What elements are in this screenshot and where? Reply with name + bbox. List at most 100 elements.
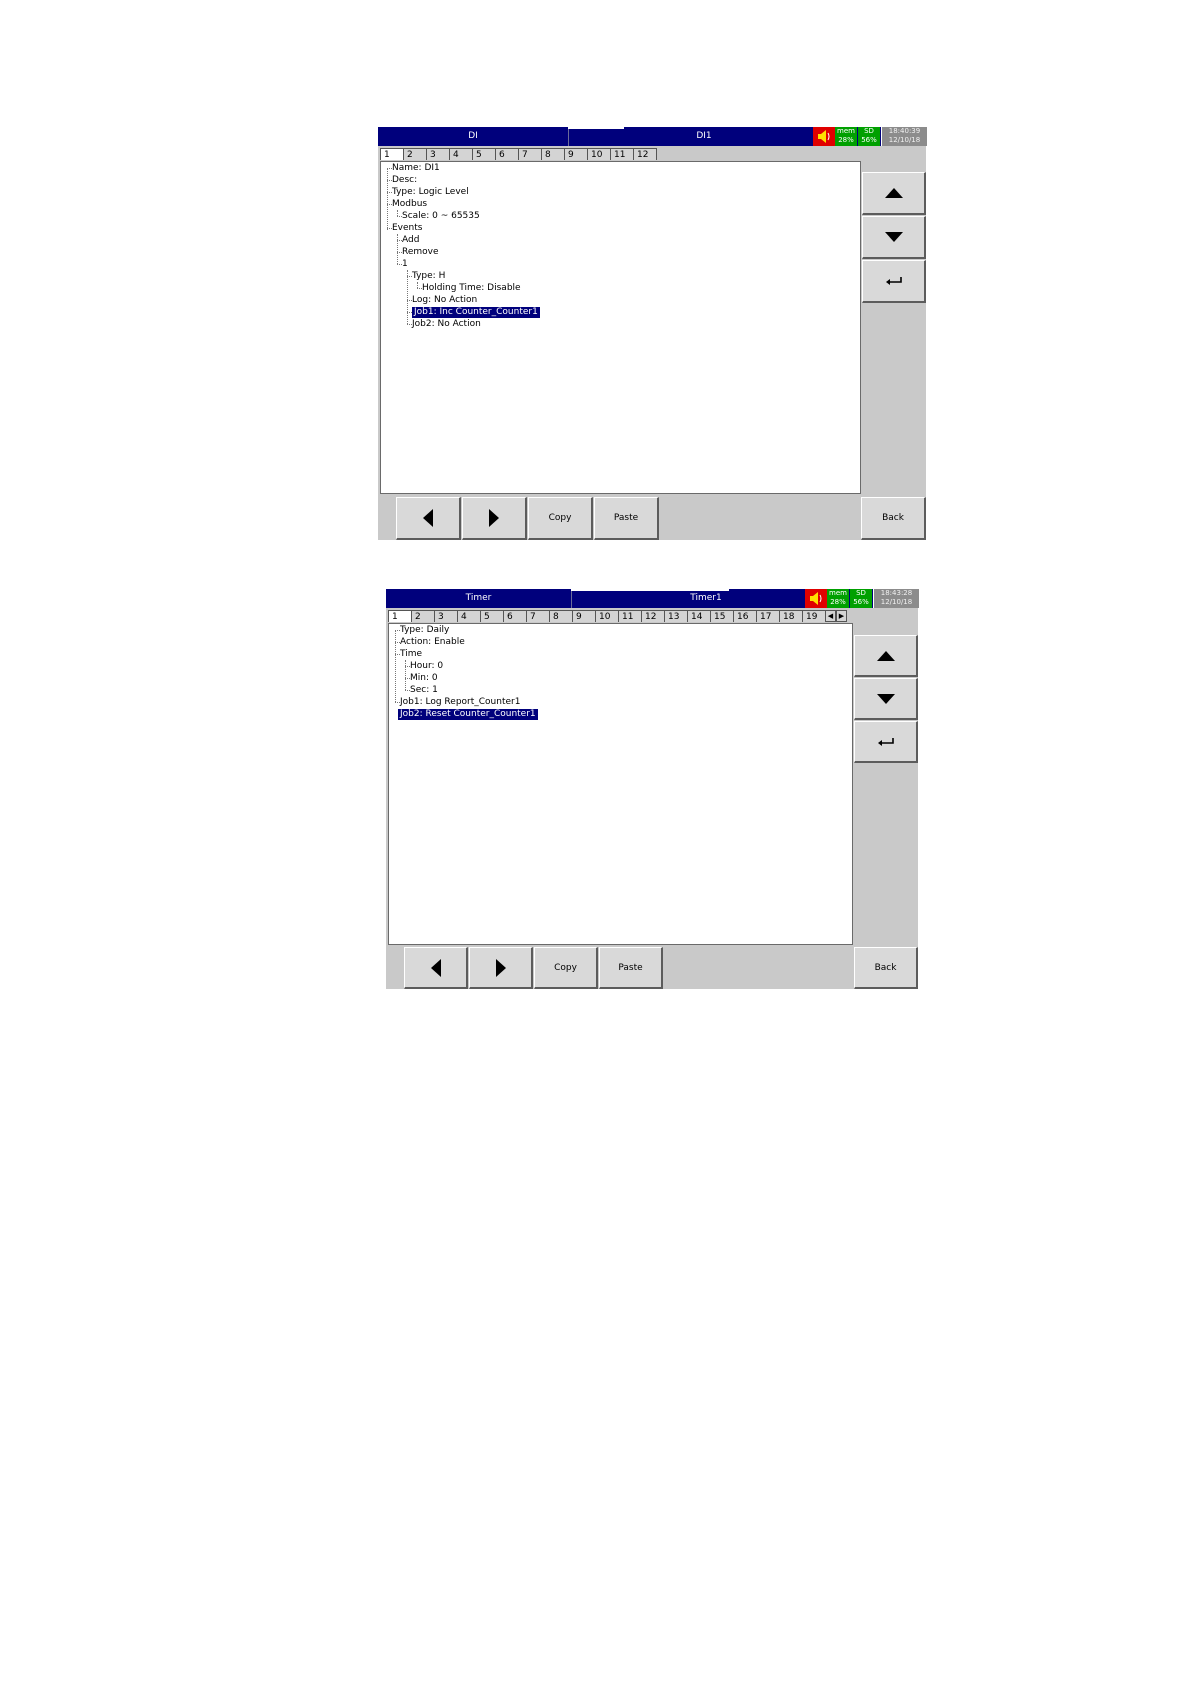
tree-node-action[interactable]: Action: Enable <box>400 637 465 648</box>
tab-9[interactable]: 9 <box>564 148 588 160</box>
tab-11[interactable]: 11 <box>618 610 642 622</box>
tree-node-event-type[interactable]: Type: H <box>412 271 445 282</box>
prev-button[interactable] <box>404 947 468 989</box>
arrow-left-icon <box>430 958 441 977</box>
arrow-right-icon <box>495 958 506 977</box>
tab-18[interactable]: 18 <box>779 610 803 622</box>
copy-button[interactable]: Copy <box>534 947 598 989</box>
enter-button[interactable] <box>854 721 918 763</box>
tab-scroll-left-icon[interactable]: ◀ <box>825 610 836 622</box>
title-right: DI1 <box>696 131 712 141</box>
tab-1[interactable]: 1 <box>380 148 404 160</box>
di-config-screen: DI DI1 mem 28% SD 56% 18:40:39 12/10/18 … <box>378 127 927 540</box>
tab-11[interactable]: 11 <box>610 148 634 160</box>
back-button[interactable]: Back <box>861 497 926 540</box>
tree-node-job2[interactable]: Job2: No Action <box>412 319 481 330</box>
title-left: DI <box>468 131 478 141</box>
enter-button[interactable] <box>862 260 926 303</box>
config-tree[interactable]: Name: DI1 Desc: Type: Logic Level Modbus… <box>380 161 861 494</box>
speaker-icon[interactable] <box>805 589 827 608</box>
tab-6[interactable]: 6 <box>503 610 527 622</box>
prev-button[interactable] <box>396 497 461 540</box>
tree-node-job1[interactable]: Job1: Log Report_Counter1 <box>400 697 520 708</box>
config-tree[interactable]: Type: Daily Action: Enable Time Hour: 0 … <box>388 623 853 945</box>
scroll-up-button[interactable] <box>862 172 926 215</box>
tree-node-desc[interactable]: Desc: <box>392 175 417 186</box>
tree-node-add[interactable]: Add <box>402 235 419 246</box>
tab-10[interactable]: 10 <box>587 148 611 160</box>
tab-strip: 1 2 3 4 5 6 7 8 9 10 11 12 13 14 15 16 1… <box>388 610 847 623</box>
tab-10[interactable]: 10 <box>595 610 619 622</box>
tab-5[interactable]: 5 <box>480 610 504 622</box>
sd-indicator: SD 56% <box>850 589 872 608</box>
tab-16[interactable]: 16 <box>733 610 757 622</box>
tab-2[interactable]: 2 <box>403 148 427 160</box>
tree-node-events[interactable]: Events <box>392 223 422 234</box>
tree-node-log[interactable]: Log: No Action <box>412 295 477 306</box>
tab-14[interactable]: 14 <box>687 610 711 622</box>
tab-3[interactable]: 3 <box>434 610 458 622</box>
tree-node-job2[interactable]: Job2: Reset Counter_Counter1 <box>398 709 538 720</box>
sd-value: 56% <box>861 136 877 144</box>
tree-node-scale[interactable]: Scale: 0 ~ 65535 <box>402 211 480 222</box>
tab-1[interactable]: 1 <box>388 610 412 622</box>
enter-icon <box>877 737 894 746</box>
tab-12[interactable]: 12 <box>633 148 657 160</box>
speaker-icon[interactable] <box>813 127 835 146</box>
tab-3[interactable]: 3 <box>426 148 450 160</box>
tree-node-type[interactable]: Type: Logic Level <box>392 187 469 198</box>
tab-2[interactable]: 2 <box>411 610 435 622</box>
paste-button[interactable]: Paste <box>594 497 659 540</box>
mem-value: 28% <box>838 136 854 144</box>
tree-node-event-1[interactable]: 1 <box>402 259 408 270</box>
enter-icon <box>885 277 902 285</box>
tab-4[interactable]: 4 <box>457 610 481 622</box>
tab-7[interactable]: 7 <box>526 610 550 622</box>
tree-node-job1[interactable]: Job1: Inc Counter_Counter1 <box>412 307 540 318</box>
scroll-down-button[interactable] <box>862 216 926 259</box>
scroll-up-button[interactable] <box>854 635 918 677</box>
paste-button[interactable]: Paste <box>599 947 663 989</box>
arrow-left-icon <box>423 509 433 527</box>
clock-date: 12/10/18 <box>888 136 921 144</box>
tree-node-sec[interactable]: Sec: 1 <box>410 685 438 696</box>
tab-scroll-right-icon[interactable]: ▶ <box>836 610 847 622</box>
tab-8[interactable]: 8 <box>541 148 565 160</box>
tab-8[interactable]: 8 <box>549 610 573 622</box>
title-left: Timer <box>465 593 492 603</box>
tree-node-remove[interactable]: Remove <box>402 247 439 258</box>
tree-node-hour[interactable]: Hour: 0 <box>410 661 443 672</box>
title-bar: DI DI1 mem 28% SD 56% 18:40:39 12/10/18 <box>378 127 927 146</box>
tree-node-time[interactable]: Time <box>400 649 422 660</box>
sd-indicator: SD 56% <box>858 127 880 146</box>
title-bar: Timer Timer1 mem 28% SD 56% 18:43:28 12/… <box>386 589 919 608</box>
memory-indicator: mem 28% <box>827 589 849 608</box>
copy-button[interactable]: Copy <box>528 497 593 540</box>
tab-17[interactable]: 17 <box>756 610 780 622</box>
tree-node-type[interactable]: Type: Daily <box>400 625 449 636</box>
next-button[interactable] <box>462 497 527 540</box>
tab-6[interactable]: 6 <box>495 148 519 160</box>
tab-5[interactable]: 5 <box>472 148 496 160</box>
scroll-down-button[interactable] <box>854 678 918 720</box>
next-button[interactable] <box>469 947 533 989</box>
arrow-down-icon <box>884 232 903 242</box>
tree-node-modbus[interactable]: Modbus <box>392 199 427 210</box>
tab-12[interactable]: 12 <box>641 610 665 622</box>
tab-7[interactable]: 7 <box>518 148 542 160</box>
tab-13[interactable]: 13 <box>664 610 688 622</box>
tab-9[interactable]: 9 <box>572 610 596 622</box>
sd-label: SD <box>856 589 866 597</box>
tree-node-name[interactable]: Name: DI1 <box>392 163 440 174</box>
tab-19[interactable]: 19 <box>802 610 826 622</box>
tree-node-holding-time[interactable]: Holding Time: Disable <box>422 283 521 294</box>
tab-4[interactable]: 4 <box>449 148 473 160</box>
tab-15[interactable]: 15 <box>710 610 734 622</box>
clock-time: 18:40:39 <box>888 127 921 135</box>
back-button[interactable]: Back <box>854 947 918 989</box>
memory-indicator: mem 28% <box>835 127 857 146</box>
tree-node-min[interactable]: Min: 0 <box>410 673 438 684</box>
clock: 18:43:28 12/10/18 <box>873 589 919 608</box>
arrow-up-icon <box>884 188 903 198</box>
mem-label: mem <box>837 127 855 135</box>
